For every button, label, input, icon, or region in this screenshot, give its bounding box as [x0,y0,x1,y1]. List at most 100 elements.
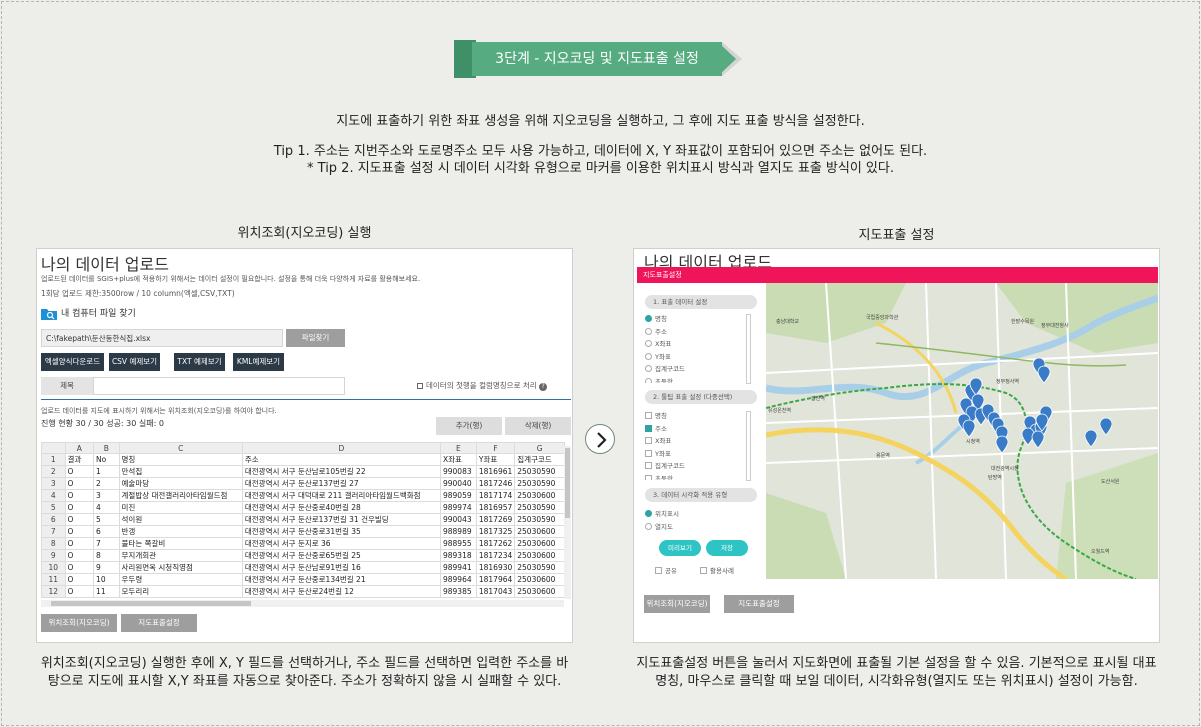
table-cell[interactable]: 대전광역시 서구 둔산중로31번길 35 [241,525,441,538]
table-cell[interactable]: 25030600 [514,573,565,586]
row-number-cell[interactable]: 6 [41,513,66,526]
setting-option[interactable]: 명칭 [645,313,753,326]
first-row-checkbox[interactable] [417,383,423,389]
column-header-cell[interactable]: F [475,442,516,454]
table-cell[interactable]: 25030600 [514,525,565,538]
radio-button[interactable] [645,365,652,372]
checkbox[interactable] [645,412,652,419]
row-number-cell[interactable]: 9 [41,549,66,562]
row-number-cell[interactable]: 3 [41,477,66,490]
kml-example-button[interactable]: KML예제보기 [233,353,284,371]
map-setting-button-right[interactable]: 지도표출설정 [724,595,794,613]
table-cell[interactable]: 1817043 [475,585,516,598]
table-row[interactable]: 9 O 8 무지개회관 대전광역시 서구 둔산중로65번길 25 989318 181723… [41,549,565,562]
table-cell[interactable]: 결과 [64,453,95,466]
setting-option[interactable]: X좌표 [645,435,753,448]
delete-row-button[interactable]: 삭제(행) [505,417,571,435]
table-row[interactable]: 2 O 1 만석집 대전광역시 서구 둔산남로105번길 22 990083 1816961… [41,465,565,478]
table-cell[interactable]: 대전광역시 서구 둔산중로65번길 25 [241,549,441,562]
table-cell[interactable]: 988989 [439,525,477,538]
preview-button[interactable]: 미리보기 [659,540,701,556]
save-button[interactable]: 저장 [706,540,748,556]
table-cell[interactable]: 대전광역시 서구 둔지로 36 [241,537,441,550]
radio-button[interactable] [645,315,652,322]
table-cell[interactable]: 대전광역시 서구 둔산남로91번길 16 [241,561,441,574]
table-cell[interactable]: 989318 [439,549,477,562]
use-list-option[interactable]: 활용사례 [700,565,734,575]
column-header-cell[interactable]: E [439,442,477,454]
table-row[interactable]: 10 O 9 사리원면옥 시청직영점 대전광역시 서구 둔산남로91번길 16 98994… [41,561,565,574]
table-cell[interactable]: 사리원면옥 시청직영점 [118,561,243,574]
table-cell[interactable]: 25030590 [514,465,565,478]
table-cell[interactable]: O [64,537,95,550]
table-cell[interactable]: 무지개회관 [118,549,243,562]
setting-option[interactable]: X좌표 [645,338,753,351]
table-cell[interactable]: 만석집 [118,465,243,478]
radio-button[interactable] [645,377,652,383]
table-cell[interactable]: 5 [93,513,120,526]
table-cell[interactable]: 1816961 [475,465,516,478]
table-cell[interactable]: 대전광역시 서구 둔산로137번길 31 건우빌딩 [241,513,441,526]
map-view[interactable]: 갑천역 유성온천역 정부청사역 시청역 탄방역 용문역 오월드역 대전광역시청 … [766,283,1158,579]
row-number-cell[interactable]: 2 [41,465,66,478]
table-cell[interactable]: 1 [93,465,120,478]
folder-icon[interactable] [41,305,57,320]
column-header-cell[interactable]: G [514,442,565,454]
radio-button[interactable] [645,340,652,347]
table-cell[interactable]: 25030600 [514,585,565,598]
table-cell[interactable]: O [64,561,95,574]
table-cell[interactable]: 11 [93,585,120,598]
table-cell[interactable]: 모두리리 [118,585,243,598]
table-cell[interactable]: 989059 [439,489,477,502]
table-row[interactable]: 1 결과 No 명칭 주소 X좌표 Y좌표 집계구코드 [41,453,565,466]
table-cell[interactable]: 1817262 [475,537,516,550]
table-cell[interactable]: O [64,513,95,526]
table-cell[interactable]: X좌표 [439,453,477,466]
setting-option[interactable]: 주소 [645,423,753,436]
table-cell[interactable]: 미진 [118,501,243,514]
table-cell[interactable]: O [64,465,95,478]
sec2-scrollbar[interactable] [746,411,751,481]
table-cell[interactable]: 989941 [439,561,477,574]
help-icon[interactable]: ? [539,383,548,391]
row-number-cell[interactable]: 10 [41,561,66,574]
table-cell[interactable]: 반갱 [118,525,243,538]
table-cell[interactable]: Y좌표 [475,453,516,466]
folder-label[interactable]: 내 컴퓨터 파일 찾기 [61,306,136,319]
share-option[interactable]: 공유 [655,565,677,575]
map-canvas[interactable]: 갑천역 유성온천역 정부청사역 시청역 탄방역 용문역 오월드역 대전광역시청 … [766,283,1158,579]
radio-button[interactable] [645,522,652,530]
radio-button[interactable] [645,510,652,517]
table-cell[interactable]: 3 [93,489,120,502]
table-cell[interactable]: 1816957 [475,501,516,514]
setting-option[interactable]: 명칭 [645,410,753,423]
vertical-scrollbar[interactable] [564,446,571,599]
table-cell[interactable]: 7 [93,537,120,550]
table-cell[interactable]: 1817269 [475,513,516,526]
row-number-cell[interactable]: 4 [41,489,66,502]
table-cell[interactable]: 대전광역시 서구 둔산로137번길 27 [241,477,441,490]
table-cell[interactable]: O [64,573,95,586]
table-cell[interactable]: 대전광역시 서구 둔산로24번길 12 [241,585,441,598]
table-cell[interactable]: O [64,477,95,490]
row-number-cell[interactable]: 12 [41,585,66,598]
table-cell[interactable]: 1817246 [475,477,516,490]
table-row[interactable]: 6 O 5 석이원 대전광역시 서구 둔산로137번길 31 건우빌딩 990043 181… [41,513,565,526]
table-cell[interactable]: 990040 [439,477,477,490]
txt-example-button[interactable]: TXT 예제보기 [174,353,225,371]
table-cell[interactable]: 우두령 [118,573,243,586]
column-header-cell[interactable]: D [241,442,441,454]
table-cell[interactable]: 10 [93,573,120,586]
horizontal-scrollbar[interactable] [41,600,564,607]
sec1-scrollbar[interactable] [746,314,751,384]
table-row[interactable]: 8 O 7 불타는 쪽갈비 대전광역시 서구 둔지로 36 988955 1817262 25… [41,537,565,550]
table-cell[interactable]: 989974 [439,501,477,514]
table-cell[interactable]: 25030590 [514,477,565,490]
geocode-button[interactable]: 위치조회(지오코딩) [41,614,117,632]
table-cell[interactable]: 9 [93,561,120,574]
table-cell[interactable]: 4 [93,501,120,514]
table-cell[interactable]: 대전광역시 서구 대덕대로 211 갤러리아타임월드백화점 [241,489,441,502]
checkbox[interactable] [645,437,652,444]
setting-option[interactable]: 초등학 [645,376,753,383]
column-header-cell[interactable]: B [93,442,120,454]
